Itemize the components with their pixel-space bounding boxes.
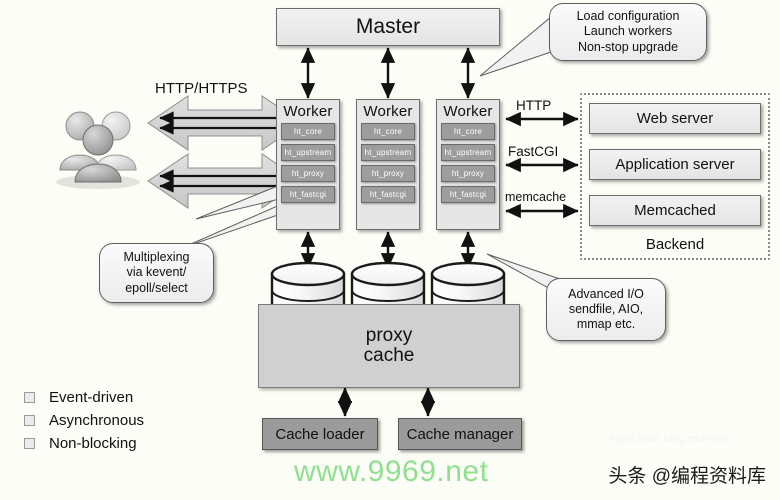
worker-module-ht-fastcgi[interactable]: ht_fastcgi	[361, 186, 415, 203]
watermark-csdn: https://nith.blog.csdn.net	[610, 433, 730, 445]
backend-web-server-label: Web server	[636, 110, 714, 127]
worker-module-ht-core[interactable]: ht_core	[281, 123, 335, 140]
legend-item-non-blocking: Non-blocking	[24, 432, 144, 455]
backend-web-server[interactable]: Web server	[589, 103, 761, 134]
worker-module-ht-core[interactable]: ht_core	[441, 123, 495, 140]
worker-title: Worker	[443, 103, 493, 120]
watermark-author: 头条 @编程资料库	[608, 466, 766, 487]
legend-label: Asynchronous	[49, 412, 145, 429]
worker-module-ht-proxy[interactable]: ht_proxy	[361, 165, 415, 182]
cache-worker-arrows	[337, 387, 436, 417]
callout-advanced-io: Advanced I/O sendfile, AIO, mmap etc.	[546, 278, 666, 341]
cache-manager-box[interactable]: Cache manager	[398, 418, 522, 450]
proxy-cache-line-1: proxy	[365, 325, 413, 347]
proxy-cache-line-2: cache	[363, 345, 415, 366]
cache-loader-box[interactable]: Cache loader	[262, 418, 378, 450]
backend-label: Backend	[645, 236, 705, 253]
cache-manager-label: Cache manager	[406, 425, 514, 443]
backend-memcached[interactable]: Memcached	[589, 195, 761, 226]
callout-master: Load configuration Launch workers Non-st…	[549, 3, 707, 61]
legend: Event-driven Asynchronous Non-blocking	[24, 386, 144, 455]
worker-title: Worker	[283, 103, 333, 120]
master-worker-arrows	[300, 47, 476, 99]
client-protocol-label: HTTP/HTTPS	[155, 80, 248, 97]
watermark-site: www.9969.net	[294, 455, 489, 488]
legend-label: Non-blocking	[49, 435, 137, 452]
worker-module-ht-upstream[interactable]: ht_upstream	[441, 144, 495, 161]
protocol-label-http: HTTP	[516, 98, 552, 113]
protocol-label-fastcgi: FastCGI	[508, 144, 559, 159]
worker-box-1[interactable]: Worker ht_core ht_upstream ht_proxy ht_f…	[276, 99, 340, 230]
master-label: Master	[355, 15, 421, 38]
bottom-spacer	[0, 496, 780, 500]
backend-memcached-label: Memcached	[634, 202, 716, 219]
legend-bullet-icon	[24, 415, 35, 426]
worker-module-ht-fastcgi[interactable]: ht_fastcgi	[441, 186, 495, 203]
worker-module-ht-proxy[interactable]: ht_proxy	[281, 165, 335, 182]
worker-title: Worker	[363, 103, 413, 120]
worker-module-ht-upstream[interactable]: ht_upstream	[281, 144, 335, 161]
clients-icon	[56, 111, 140, 189]
callout-multiplexing: Multiplexing via kevent/ epoll/select	[99, 243, 214, 303]
worker-box-2[interactable]: Worker ht_core ht_upstream ht_proxy ht_f…	[356, 99, 420, 230]
worker-module-ht-proxy[interactable]: ht_proxy	[441, 165, 495, 182]
backend-application-server-label: Application server	[615, 156, 735, 173]
legend-item-event-driven: Event-driven	[24, 386, 144, 409]
legend-bullet-icon	[24, 438, 35, 449]
cache-loader-label: Cache loader	[275, 425, 365, 443]
worker-module-ht-core[interactable]: ht_core	[361, 123, 415, 140]
worker-module-ht-upstream[interactable]: ht_upstream	[361, 144, 415, 161]
master-box[interactable]: Master	[276, 8, 500, 46]
legend-label: Event-driven	[49, 389, 134, 406]
legend-item-asynchronous: Asynchronous	[24, 409, 144, 432]
proxy-cache-slab[interactable]: proxy cache	[258, 304, 520, 388]
legend-bullet-icon	[24, 392, 35, 403]
worker-module-ht-fastcgi[interactable]: ht_fastcgi	[281, 186, 335, 203]
backend-application-server[interactable]: Application server	[589, 149, 761, 180]
worker-box-3[interactable]: Worker ht_core ht_upstream ht_proxy ht_f…	[436, 99, 500, 230]
protocol-label-memcache: memcache	[505, 190, 567, 204]
diagram-canvas: Master Worker ht_core ht_upstream ht_pro…	[0, 0, 780, 500]
